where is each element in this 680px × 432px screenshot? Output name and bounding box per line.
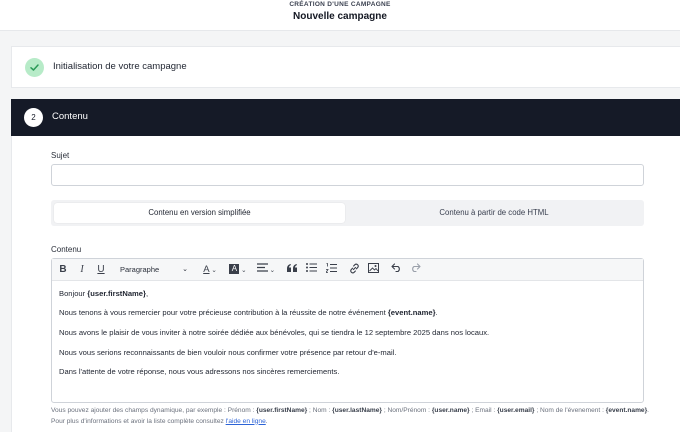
undo-icon — [390, 263, 400, 273]
field-token: {user.email} — [497, 407, 535, 414]
text-run: Bonjour — [59, 289, 88, 298]
chevron-down-icon: ⌄ — [182, 266, 188, 273]
content-label: Contenu — [51, 245, 82, 254]
align-button[interactable]: ⌄ — [255, 263, 277, 277]
redo-button[interactable] — [408, 263, 422, 277]
highlight-color-button[interactable]: A ⌄ — [226, 263, 250, 277]
dynamic-fields-help: Vous pouvez ajouter des champs dynamique… — [51, 406, 651, 427]
text-color-button[interactable]: A ⌄ — [199, 263, 221, 277]
editor-paragraph: Dans l'attente de votre réponse, nous vo… — [59, 367, 340, 376]
bullet-list-icon — [305, 263, 317, 272]
editor-paragraph: Nous tenons à vous remercier pour votre … — [59, 308, 438, 317]
bold-button[interactable]: B — [56, 263, 70, 277]
field-token: {user.lastName} — [332, 407, 382, 414]
help-text: . — [265, 417, 268, 425]
editor-toolbar: B I U Paragraphe ⌄ A ⌄ A ⌄ ⌄ — [52, 259, 643, 281]
editor-paragraph: Nous avons le plaisir de vous inviter à … — [59, 328, 490, 337]
help-text: ; Nom : — [307, 407, 333, 414]
step-initialisation[interactable]: Initialisation de votre campagne — [11, 46, 680, 88]
help-text: ; Nom de l'évenement : — [534, 407, 606, 414]
link-button[interactable] — [347, 263, 361, 277]
header-kicker: CRÉATION D'UNE CAMPAGNE — [289, 1, 391, 8]
chevron-down-icon: ⌄ — [267, 267, 276, 274]
quote-button[interactable] — [285, 263, 299, 277]
online-help-link[interactable]: l'aide en ligne — [226, 418, 266, 425]
paragraph-select[interactable]: Paragraphe ⌄ — [114, 263, 190, 277]
image-icon — [367, 263, 379, 273]
help-text: ; Nom/Prénom : — [382, 407, 432, 414]
redo-icon — [411, 263, 421, 273]
dynamic-field: {event.name} — [387, 308, 436, 317]
text-run: Nous tenons à vous remercier pour votre … — [59, 308, 388, 317]
step-contenu[interactable]: 2 Contenu — [11, 99, 680, 136]
field-token: {user.firstName} — [256, 407, 308, 414]
underline-button[interactable]: U — [94, 263, 108, 277]
undo-button[interactable] — [389, 263, 403, 277]
editor-paragraph: Bonjour {user.firstName}, — [59, 289, 148, 298]
quote-icon — [287, 264, 297, 272]
numbered-list-button[interactable] — [324, 263, 338, 277]
subject-input[interactable] — [51, 164, 644, 186]
field-token: {user.name} — [431, 407, 470, 414]
image-button[interactable] — [366, 263, 380, 277]
text-run: , — [145, 289, 149, 298]
page-title: Nouvelle campagne — [293, 11, 387, 22]
page-header: CRÉATION D'UNE CAMPAGNE Nouvelle campagn… — [0, 0, 680, 31]
chevron-down-icon: ⌄ — [239, 267, 247, 274]
step-label: Initialisation de votre campagne — [53, 61, 187, 72]
rich-text-editor[interactable]: B I U Paragraphe ⌄ A ⌄ A ⌄ ⌄ Bonjour {us… — [51, 258, 644, 403]
numbered-list-icon — [324, 263, 337, 273]
highlight-icon: A — [229, 264, 240, 275]
check-icon — [25, 58, 44, 77]
editor-paragraph: Nous vous serions reconnaissants de bien… — [59, 348, 397, 357]
dynamic-field: {user.firstName} — [87, 289, 146, 298]
link-icon — [349, 263, 359, 274]
step-label: Contenu — [52, 111, 88, 122]
help-text: Vous pouvez ajouter des champs dynamique… — [51, 407, 257, 414]
tab-html-code[interactable]: Contenu à partir de code HTML — [347, 203, 641, 223]
step-number: 2 — [24, 108, 43, 127]
text-run: . — [435, 308, 438, 317]
tab-simplified[interactable]: Contenu en version simplifiée — [54, 203, 345, 223]
italic-button[interactable]: I — [75, 263, 89, 277]
content-mode-toggle: Contenu en version simplifiée Contenu à … — [51, 200, 644, 226]
chevron-down-icon: ⌄ — [209, 267, 217, 274]
subject-label: Sujet — [51, 151, 70, 160]
paragraph-select-value: Paragraphe — [120, 265, 160, 274]
field-token: {event.name} — [605, 407, 648, 414]
help-text: ; Email : — [469, 407, 498, 414]
align-icon — [256, 263, 268, 272]
bullet-list-button[interactable] — [304, 263, 318, 277]
